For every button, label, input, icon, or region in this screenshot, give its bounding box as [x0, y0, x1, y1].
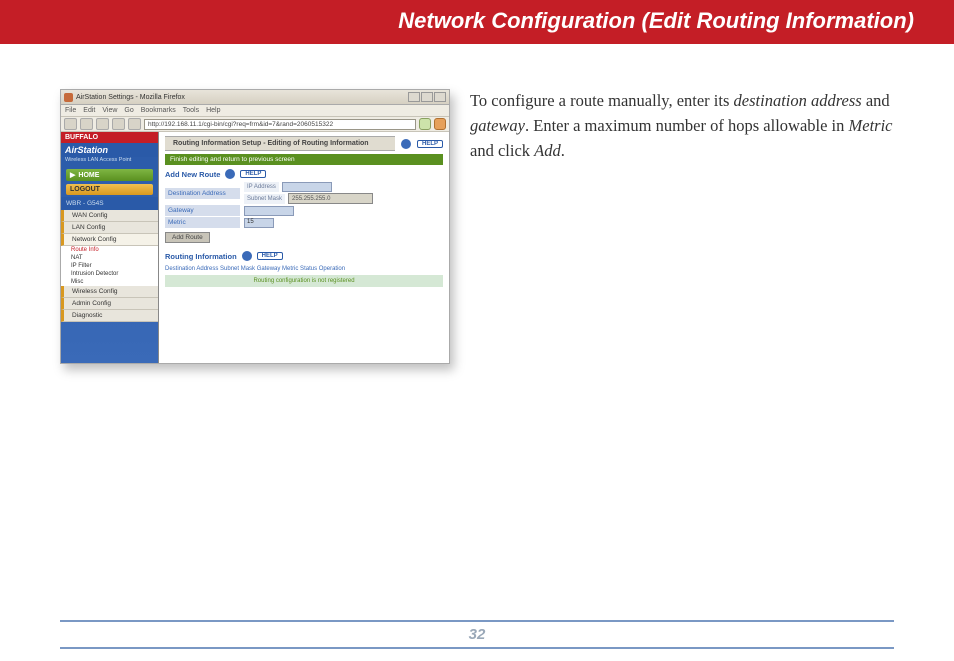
nav-admin[interactable]: Admin Config	[61, 298, 158, 310]
product-subtitle: Wireless LAN Access Point	[61, 157, 158, 166]
metric-input[interactable]: 15	[244, 218, 274, 228]
panel-title: Routing Information Setup - Editing of R…	[165, 136, 395, 151]
nav-network[interactable]: Network Config	[61, 234, 158, 246]
nav-diag[interactable]: Diagnostic	[61, 310, 158, 322]
section-add-new-route: Add New Route HELP	[165, 169, 443, 179]
row-destination: Destination Address IP Address Subnet Ma…	[165, 182, 443, 204]
minimize-button[interactable]	[408, 92, 420, 102]
add-route-button[interactable]: Add Route	[165, 232, 210, 243]
em-gateway: gateway	[470, 116, 525, 135]
brand-label: BUFFALO	[61, 132, 158, 143]
menu-help[interactable]: Help	[206, 107, 220, 114]
help-button[interactable]: HELP	[417, 140, 443, 148]
em-dest: destination address	[734, 91, 862, 110]
page-number: 32	[469, 626, 486, 643]
section-routing-info: Routing Information HELP	[165, 251, 443, 261]
sidebar: BUFFALO AirStation Wireless LAN Access P…	[61, 132, 159, 363]
gateway-input[interactable]	[244, 206, 294, 216]
ip-input[interactable]	[282, 182, 332, 192]
help-icon	[242, 251, 252, 261]
label-metric: Metric	[165, 217, 240, 228]
nav-route[interactable]: Route Info	[61, 246, 158, 254]
url-input[interactable]: http://192.168.11.1/cgi-bin/cgi?req=frm&…	[144, 119, 416, 130]
breadcrumb-row: Routing Information Setup - Editing of R…	[165, 136, 443, 151]
subnet-select[interactable]: 255.255.255.0	[288, 193, 373, 204]
page-footer: 32	[60, 620, 894, 649]
help-icon	[225, 169, 235, 179]
text: and	[862, 91, 890, 110]
address-bar: http://192.168.11.1/cgi-bin/cgi?req=frm&…	[61, 117, 449, 132]
nav-misc[interactable]: Misc	[61, 278, 158, 286]
label-ip: IP Address	[244, 182, 279, 192]
nav-ipfilter[interactable]: IP Filter	[61, 262, 158, 270]
text: . Enter a maximum number of hops allowab…	[525, 116, 849, 135]
row-metric: Metric 15	[165, 217, 443, 228]
main-panel: Routing Information Setup - Editing of R…	[159, 132, 449, 363]
finish-button[interactable]: Finish editing and return to previous sc…	[165, 154, 443, 165]
nav-group: WAN Config LAN Config Network Config Rou…	[61, 210, 158, 322]
menu-view[interactable]: View	[102, 107, 117, 114]
content-area: AirStation Settings - Mozilla Firefox Fi…	[0, 44, 954, 364]
nav-wireless[interactable]: Wireless Config	[61, 286, 158, 298]
home-button[interactable]	[128, 118, 141, 130]
nav-ids[interactable]: Intrusion Detector	[61, 270, 158, 278]
page-header: Network Configuration (Edit Routing Info…	[0, 0, 954, 44]
menu-file[interactable]: File	[65, 107, 76, 114]
home-link[interactable]: ▶ HOME	[66, 169, 153, 181]
nav-wan[interactable]: WAN Config	[61, 210, 158, 222]
back-button[interactable]	[64, 118, 77, 130]
model-label: WBR - G54S	[61, 197, 158, 210]
nav-lan[interactable]: LAN Config	[61, 222, 158, 234]
menu-bar: File Edit View Go Bookmarks Tools Help	[61, 105, 449, 117]
menu-edit[interactable]: Edit	[83, 107, 95, 114]
app-icon	[64, 93, 73, 102]
window-titlebar: AirStation Settings - Mozilla Firefox	[61, 90, 449, 105]
stop-button[interactable]	[112, 118, 125, 130]
menu-tools[interactable]: Tools	[183, 107, 199, 114]
embedded-screenshot: AirStation Settings - Mozilla Firefox Fi…	[60, 89, 450, 364]
em-add: Add	[534, 141, 561, 160]
text: and click	[470, 141, 534, 160]
help-icon	[401, 139, 411, 149]
window-controls	[408, 92, 446, 102]
nav-nat[interactable]: NAT	[61, 254, 158, 262]
feed-button[interactable]	[434, 118, 446, 130]
close-button[interactable]	[434, 92, 446, 102]
instruction-text: To configure a route manually, enter its…	[470, 89, 894, 364]
em-metric: Metric	[849, 116, 893, 135]
logout-label: LOGOUT	[70, 186, 100, 193]
page-title: Network Configuration (Edit Routing Info…	[398, 8, 914, 33]
browser-body: BUFFALO AirStation Wireless LAN Access P…	[61, 132, 449, 363]
maximize-button[interactable]	[421, 92, 433, 102]
label-subnet: Subnet Mask	[244, 194, 285, 204]
product-name: AirStation	[61, 143, 158, 157]
text: To configure a route manually, enter its	[470, 91, 734, 110]
go-button[interactable]	[419, 118, 431, 130]
row-gateway: Gateway	[165, 205, 443, 216]
label-gateway: Gateway	[165, 205, 240, 216]
window-title: AirStation Settings - Mozilla Firefox	[76, 94, 185, 101]
section-label: Routing Information	[165, 252, 237, 261]
help-button[interactable]: HELP	[257, 252, 283, 260]
reload-button[interactable]	[96, 118, 109, 130]
menu-bookmarks[interactable]: Bookmarks	[141, 107, 176, 114]
routing-table-empty: Routing configuration is not registered	[165, 275, 443, 287]
section-label: Add New Route	[165, 170, 220, 179]
logout-link[interactable]: LOGOUT	[66, 184, 153, 195]
text: .	[561, 141, 565, 160]
home-label: HOME	[78, 172, 99, 179]
label-dest: Destination Address	[165, 188, 240, 199]
routing-table-header: Destination Address Subnet Mask Gateway …	[165, 264, 443, 274]
menu-go[interactable]: Go	[124, 107, 133, 114]
forward-button[interactable]	[80, 118, 93, 130]
help-button[interactable]: HELP	[240, 170, 266, 178]
